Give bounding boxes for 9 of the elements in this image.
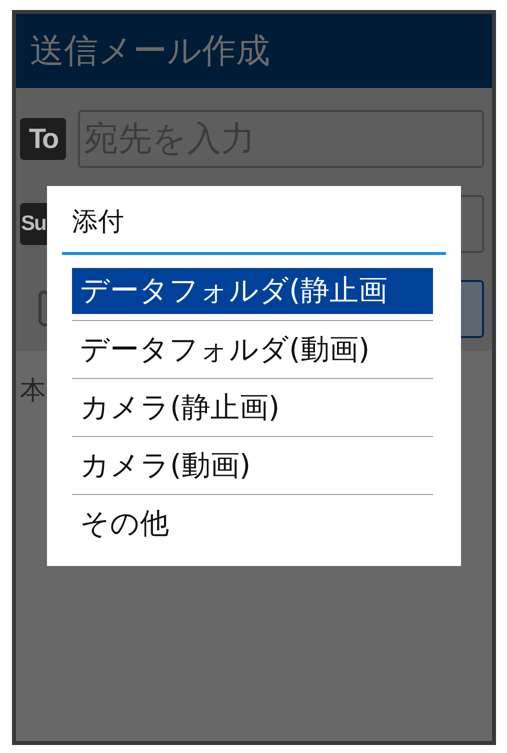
dialog-title: 添付 — [62, 204, 446, 255]
field-label-badge: To — [20, 118, 66, 160]
menu-item[interactable]: カメラ(静止画) — [72, 378, 433, 436]
menu-item[interactable]: カメラ(動画) — [72, 436, 433, 494]
menu-item[interactable]: その他 — [72, 494, 433, 552]
menu-item[interactable]: データフォルダ(動画) — [72, 320, 433, 378]
menu-item[interactable]: データフォルダ(静止画 — [72, 268, 433, 314]
screen-title: 送信メール作成 — [30, 30, 270, 73]
body-label: 本 — [20, 376, 46, 406]
